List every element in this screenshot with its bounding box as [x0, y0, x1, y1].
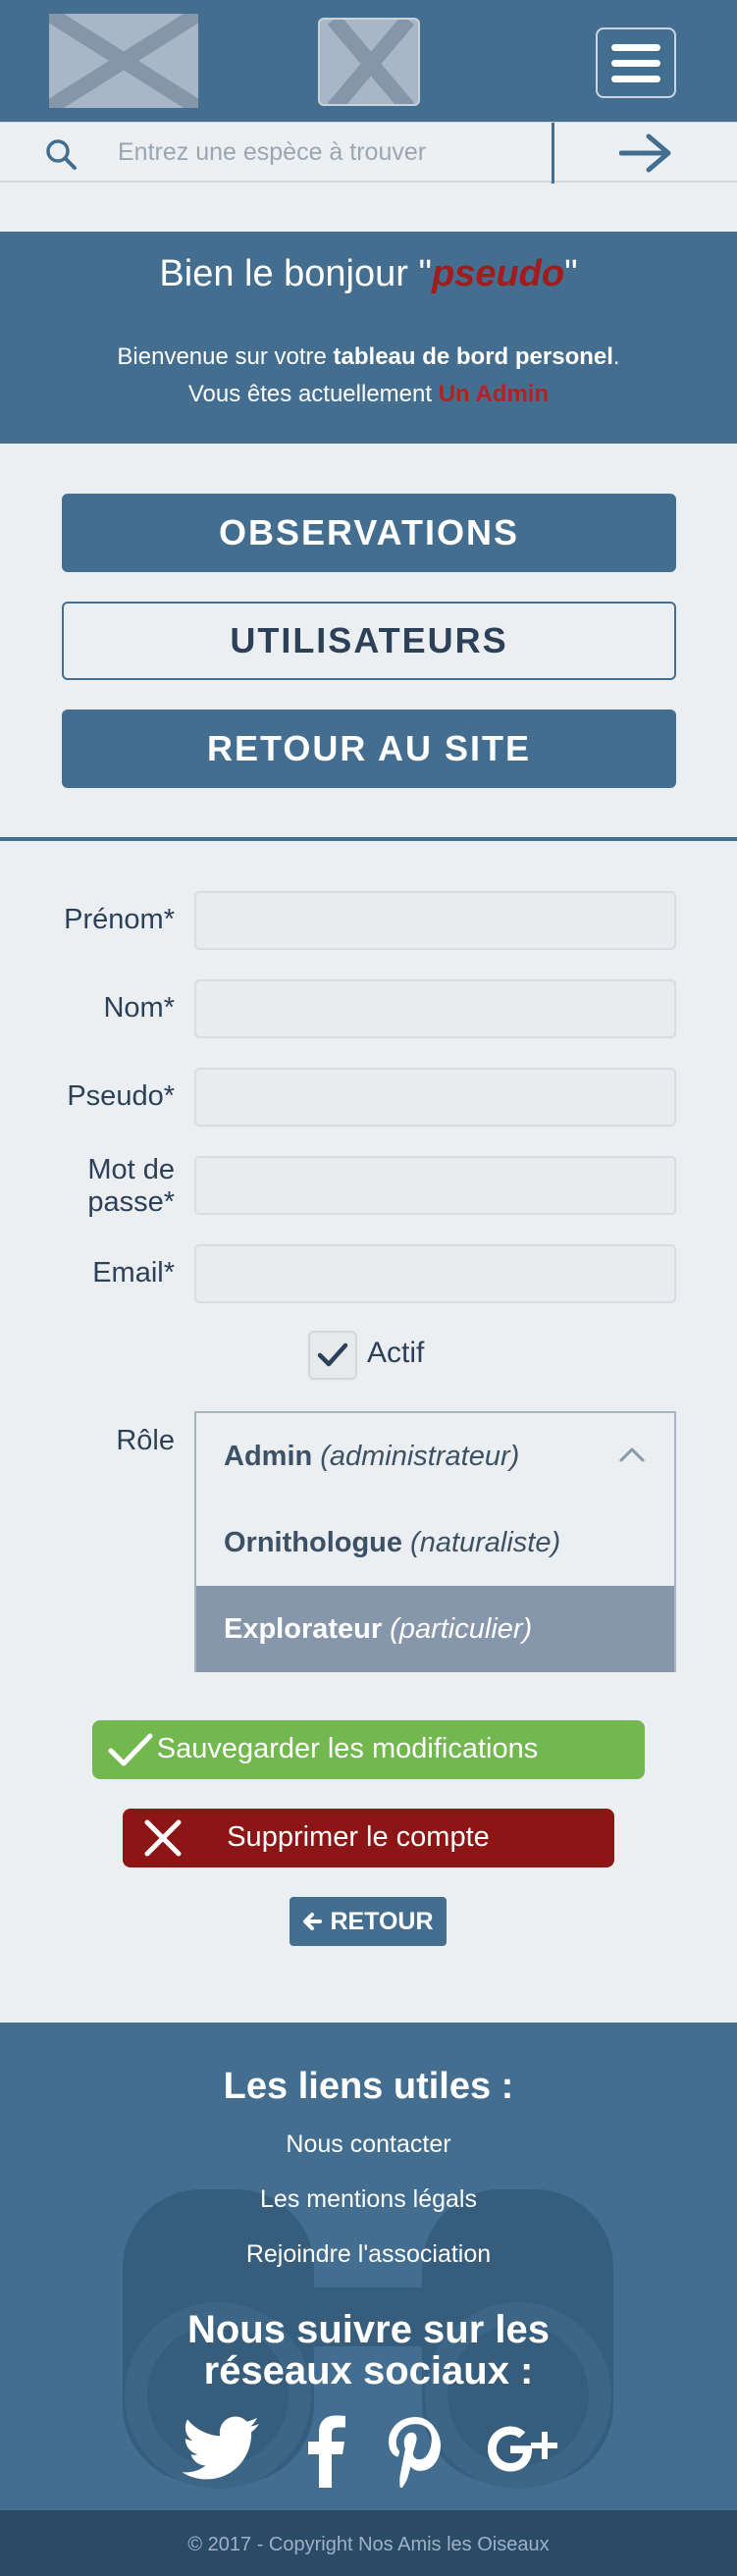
- pseudo-label: Pseudo*: [67, 1080, 175, 1112]
- contact-link[interactable]: Nous contacter: [0, 2130, 737, 2159]
- join-association-link[interactable]: Rejoindre l'association: [0, 2240, 737, 2269]
- back-button-label: RETOUR: [330, 1907, 434, 1935]
- role-option-ornithologue[interactable]: Ornithologue (naturaliste): [196, 1499, 674, 1586]
- section-divider: [0, 837, 737, 841]
- search-bar: [0, 122, 737, 184]
- role-desc: (administrateur): [320, 1440, 520, 1472]
- role-name: Explorateur: [224, 1612, 383, 1645]
- retour-au-site-button[interactable]: RETOUR AU SITE: [62, 710, 676, 788]
- social-title-line2: réseaux sociaux :: [203, 2349, 534, 2392]
- prenom-field[interactable]: [194, 891, 676, 950]
- pseudo-field[interactable]: [194, 1068, 676, 1127]
- hamburger-icon: [611, 43, 660, 51]
- search-submit-button[interactable]: [554, 123, 737, 184]
- hamburger-line: [611, 59, 660, 67]
- search-input[interactable]: [118, 132, 540, 172]
- password-field[interactable]: [194, 1156, 676, 1215]
- utilisateurs-button[interactable]: UTILISATEURS: [62, 602, 676, 680]
- delete-account-button[interactable]: Supprimer le compte: [123, 1809, 614, 1867]
- back-button[interactable]: RETOUR: [290, 1897, 447, 1946]
- password-label: Mot de passe*: [87, 1154, 175, 1219]
- legal-link[interactable]: Les mentions légals: [0, 2185, 737, 2214]
- role-option-explorateur[interactable]: Explorateur (particulier): [196, 1586, 674, 1672]
- role-name: Ornithologue: [224, 1526, 403, 1558]
- save-button[interactable]: Sauvegarder les modifications: [92, 1720, 645, 1779]
- nom-field[interactable]: [194, 979, 676, 1038]
- twitter-icon[interactable]: [183, 2415, 261, 2484]
- dashboard-label: tableau de bord personel: [333, 343, 613, 370]
- password-label-line2: passe*: [87, 1186, 175, 1218]
- save-button-label: Sauvegarder les modifications: [156, 1733, 539, 1764]
- current-role-message: Vous êtes actuellement Un Admin: [0, 381, 737, 408]
- pinterest-icon[interactable]: [386, 2415, 445, 2488]
- welcome-banner: Bien le bonjour "pseudo" Bienvenue sur v…: [0, 232, 737, 444]
- role-text: Vous êtes actuellement: [187, 381, 439, 407]
- prenom-label: Prénom*: [64, 904, 175, 935]
- welcome-title-prefix: Bien le bonjour ": [159, 253, 432, 294]
- arrow-left-icon: [303, 1913, 323, 1930]
- useful-links-title: Les liens utiles :: [223, 2066, 514, 2107]
- email-field[interactable]: [194, 1244, 676, 1303]
- welcome-text: Bienvenue sur votre: [117, 343, 334, 370]
- role-label: Rôle: [116, 1425, 175, 1456]
- role-option-admin[interactable]: Admin (administrateur): [196, 1413, 674, 1499]
- password-label-line1: Mot de: [87, 1154, 175, 1185]
- observations-button[interactable]: OBSERVATIONS: [62, 494, 676, 572]
- actif-label: Actif: [367, 1337, 425, 1369]
- chevron-up-icon[interactable]: [619, 1446, 645, 1462]
- current-role: Un Admin: [438, 381, 550, 407]
- arrow-right-icon: [619, 133, 671, 173]
- close-icon: [144, 1819, 182, 1857]
- brand-image[interactable]: [318, 18, 420, 106]
- username: pseudo: [431, 253, 565, 294]
- nom-label: Nom*: [103, 992, 175, 1024]
- header: [0, 0, 737, 122]
- email-label: Email*: [92, 1257, 175, 1288]
- actif-checkbox[interactable]: [308, 1331, 357, 1380]
- social-title-line1: Nous suivre sur les: [186, 2308, 551, 2351]
- copyright: © 2017 - Copyright Nos Amis les Oiseaux: [0, 2510, 737, 2576]
- role-desc: (naturaliste): [410, 1526, 561, 1558]
- social-title: Nous suivre sur les réseaux sociaux :: [0, 2309, 737, 2392]
- footer: Les liens utiles : Nous contacter Les me…: [0, 2023, 737, 2558]
- facebook-icon[interactable]: [300, 2415, 349, 2488]
- logo-image[interactable]: [49, 14, 198, 108]
- google-plus-icon[interactable]: [487, 2415, 557, 2488]
- role-select[interactable]: Admin (administrateur) Ornithologue (natur…: [194, 1411, 676, 1672]
- role-desc: (particulier): [390, 1612, 533, 1645]
- search-icon: [46, 139, 77, 170]
- role-name: Admin: [224, 1440, 313, 1472]
- welcome-text-end: .: [612, 343, 620, 370]
- welcome-title: Bien le bonjour "pseudo": [0, 253, 737, 295]
- checkmark-icon: [317, 1342, 348, 1367]
- menu-button[interactable]: [596, 27, 676, 98]
- hamburger-line: [611, 75, 660, 82]
- delete-button-label: Supprimer le compte: [227, 1821, 490, 1853]
- welcome-message: Bienvenue sur votre tableau de bord pers…: [0, 343, 737, 371]
- welcome-title-suffix: ": [564, 253, 578, 294]
